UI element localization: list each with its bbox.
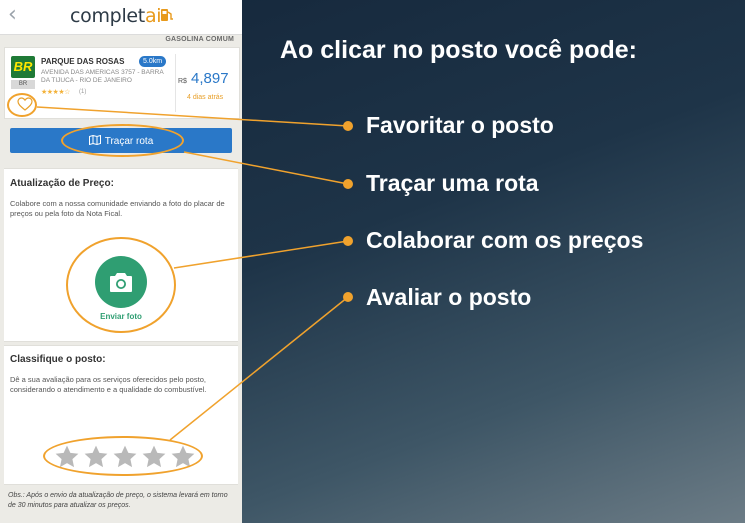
bullet-dot xyxy=(343,292,353,302)
callout-lines xyxy=(36,106,349,441)
callout-favorite: Favoritar o posto xyxy=(366,112,554,138)
bullet-dot xyxy=(343,236,353,246)
bullet-dot xyxy=(343,179,353,189)
headline: Ao clicar no posto você pode: xyxy=(280,36,637,64)
callout-route: Traçar uma rota xyxy=(366,170,539,196)
callout-rate: Avaliar o posto xyxy=(366,284,532,310)
callout-prices: Colaborar com os preços xyxy=(366,227,644,253)
bullet-dot xyxy=(343,121,353,131)
